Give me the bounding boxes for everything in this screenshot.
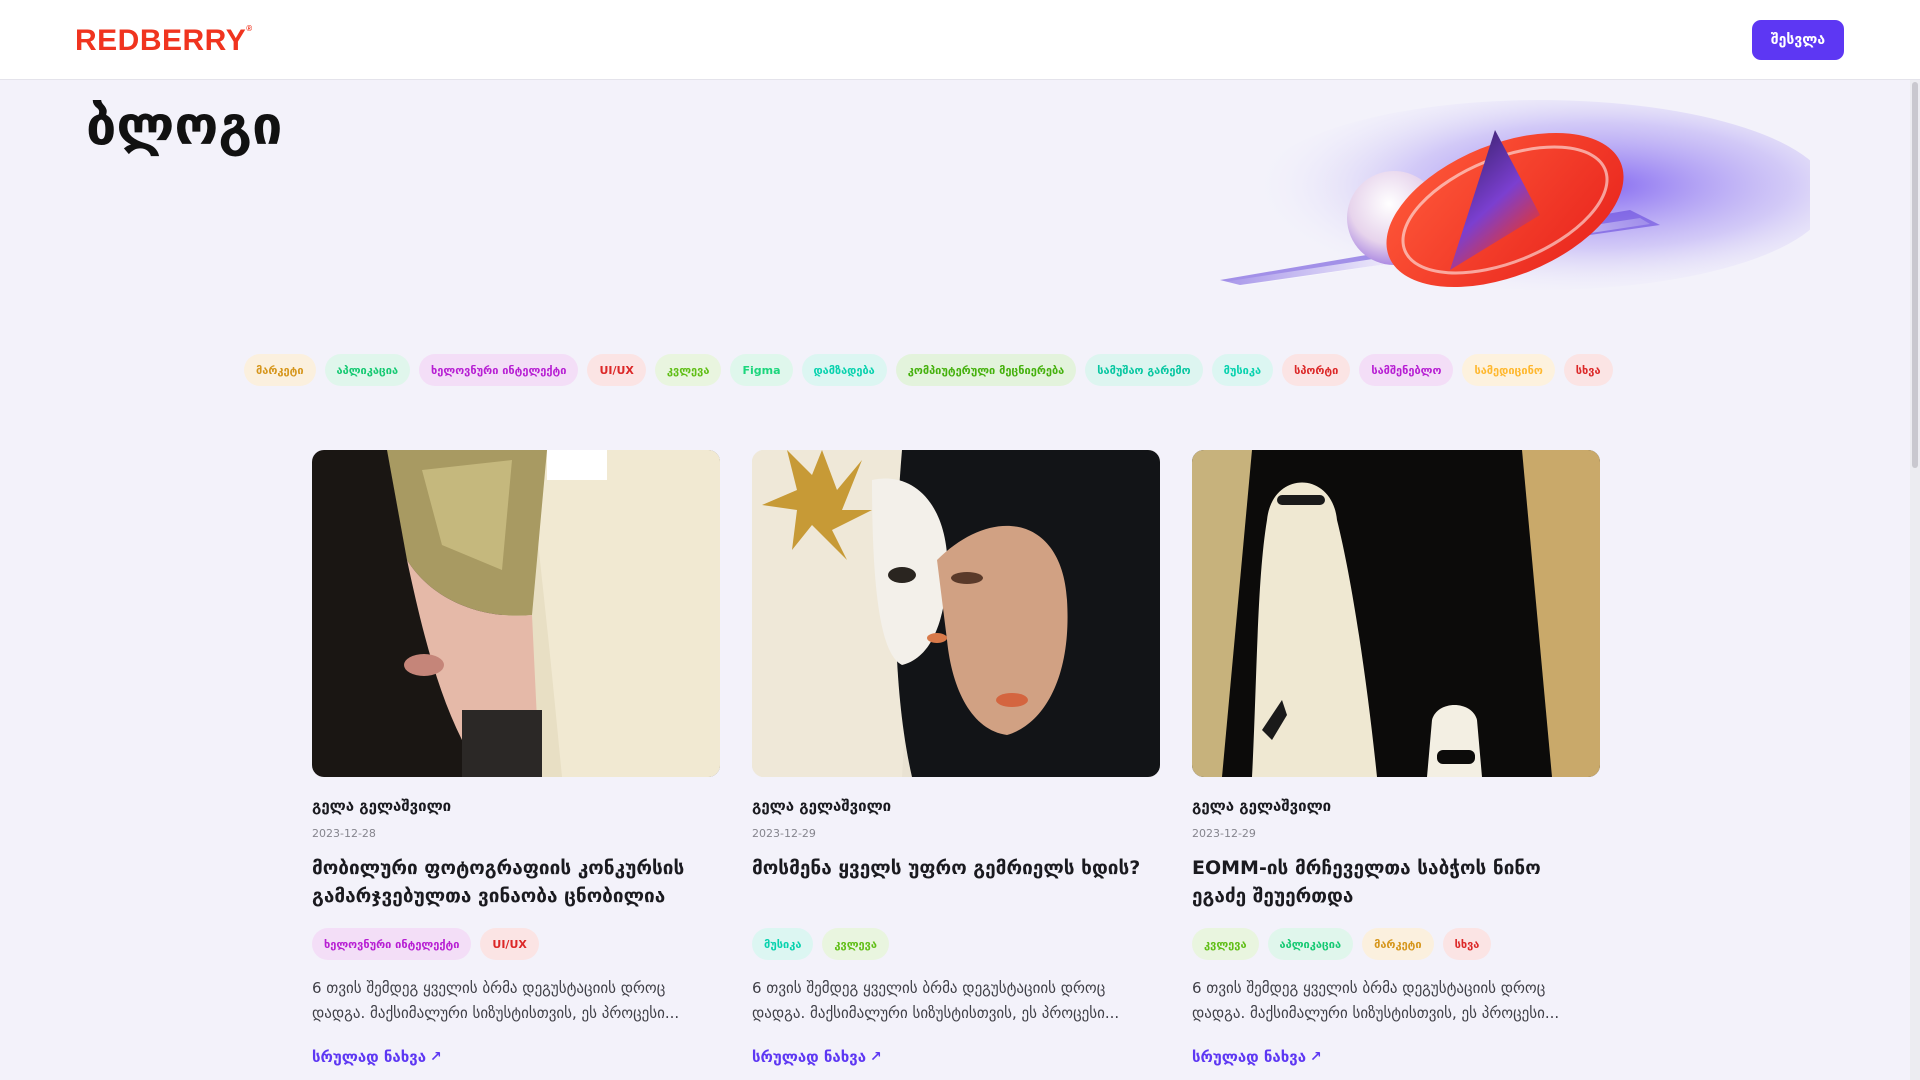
post-tag-chip[interactable]: აპლიკაცია [1267,928,1354,960]
blog-card: გელა გელაშვილი 2023-12-29 მოსმენა ყველს … [752,450,1160,1080]
post-date: 2023-12-28 [312,827,376,840]
blog-card: გელა გელაშვილი 2023-12-29 EOMM-ის მრჩევე… [1192,450,1600,1080]
blog-card: გელა გელაშვილი 2023-12-28 მობილური ფოტოგ… [312,450,720,1080]
post-description: 6 თვის შემდეგ ყველის ბრმა დეგუსტაციის დრ… [312,976,720,1026]
post-date: 2023-12-29 [752,827,816,840]
post-title[interactable]: მობილური ფოტოგრაფიის კონკურსის გამარჯვებ… [312,854,720,910]
login-button[interactable]: შესვლა [1752,20,1844,60]
post-tags: მუსიკა კვლევა [752,928,889,960]
post-description-line: 6 თვის შემდეგ ყველის ბრმა დეგუსტაციის დრ… [752,979,1106,997]
category-chip[interactable]: სამუშაო გარემო [1085,354,1203,386]
blog-card-image[interactable] [752,450,1160,777]
arrow-up-right-icon: ↗ [870,1049,882,1065]
post-tags: ხელოვნური ინტელექტი UI/UX [312,928,539,960]
post-tag-chip[interactable]: მარკეტი [1362,928,1434,960]
post-description-line: დადგა. მაქსიმალური სიზუსტისთვის, ეს პროც… [752,1004,1120,1022]
post-tag-chip[interactable]: სხვა [1442,928,1492,960]
post-tag-chip[interactable]: ხელოვნური ინტელექტი [312,928,472,960]
logo-trademark-mark: ® [246,24,253,33]
post-author: გელა გელაშვილი [1192,797,1332,815]
logo-text: REDBERRY [75,24,247,57]
post-description-line: 6 თვის შემდეგ ყველის ბრმა დეგუსტაციის დრ… [1192,979,1546,997]
post-date: 2023-12-29 [1192,827,1256,840]
blog-card-image[interactable] [1192,450,1600,777]
post-tag-chip[interactable]: მუსიკა [752,928,814,960]
post-tag-chip[interactable]: UI/UX [480,928,539,960]
redberry-logo[interactable]: REDBERRY® [75,24,253,58]
page-scrollbar[interactable] [1910,80,1920,1080]
category-chip[interactable]: მუსიკა [1211,354,1274,386]
post-description-line: 6 თვის შემდეგ ყველის ბრმა დეგუსტაციის დრ… [312,979,666,997]
category-chip[interactable]: სპორტი [1282,354,1351,386]
top-header: REDBERRY® შესვლა [0,0,1920,80]
read-more-link[interactable]: სრულად ნახვა ↗ [1192,1048,1322,1066]
post-description: 6 თვის შემდეგ ყველის ბრმა დეგუსტაციის დრ… [752,976,1160,1026]
category-chip[interactable]: სხვა [1563,354,1613,386]
post-tags: კვლევა აპლიკაცია მარკეტი სხვა [1192,928,1492,960]
category-chip[interactable]: კომპიუტერული მეცნიერება [895,354,1077,386]
post-title[interactable]: მოსმენა ყველს უფრო გემრიელს ხდის? [752,854,1160,882]
arrow-up-right-icon: ↗ [430,1049,442,1065]
category-chip[interactable]: მარკეტი [244,354,316,386]
hero-planet-illustration [1210,100,1830,300]
post-description-line: დადგა. მაქსიმალური სიზუსტისთვის, ეს პროც… [1192,1004,1560,1022]
category-chip[interactable]: ხელოვნური ინტელექტი [419,354,579,386]
read-more-label: სრულად ნახვა [312,1048,427,1066]
category-chip[interactable]: სამედიცინო [1462,354,1555,386]
read-more-label: სრულად ნახვა [1192,1048,1307,1066]
read-more-label: სრულად ნახვა [752,1048,867,1066]
read-more-link[interactable]: სრულად ნახვა ↗ [312,1048,442,1066]
category-chip[interactable]: კვლევა [654,354,722,386]
category-chip[interactable]: სამშენებლო [1359,354,1454,386]
category-chip[interactable]: აპლიკაცია [324,354,411,386]
post-title[interactable]: EOMM-ის მრჩეველთა საბჭოს ნინო ეგაძე შეუე… [1192,854,1600,910]
page-title: ბლოგი [86,94,283,157]
blog-card-image[interactable] [312,450,720,777]
arrow-up-right-icon: ↗ [1310,1049,1322,1065]
category-chip[interactable]: UI/UX [587,354,646,386]
category-chip[interactable]: დამზადება [801,354,887,386]
category-filter-row: მარკეტი აპლიკაცია ხელოვნური ინტელექტი UI/UX… [244,354,1669,386]
scrollbar-thumb[interactable] [1912,82,1918,468]
post-description-line: დადგა. მაქსიმალური სიზუსტისთვის, ეს პროც… [312,1004,680,1022]
post-tag-chip[interactable]: კვლევა [1192,928,1259,960]
post-tag-chip[interactable]: კვლევა [822,928,889,960]
post-author: გელა გელაშვილი [312,797,452,815]
post-description: 6 თვის შემდეგ ყველის ბრმა დეგუსტაციის დრ… [1192,976,1600,1026]
category-chip[interactable]: Figma [730,354,793,386]
post-author: გელა გელაშვილი [752,797,892,815]
read-more-link[interactable]: სრულად ნახვა ↗ [752,1048,882,1066]
